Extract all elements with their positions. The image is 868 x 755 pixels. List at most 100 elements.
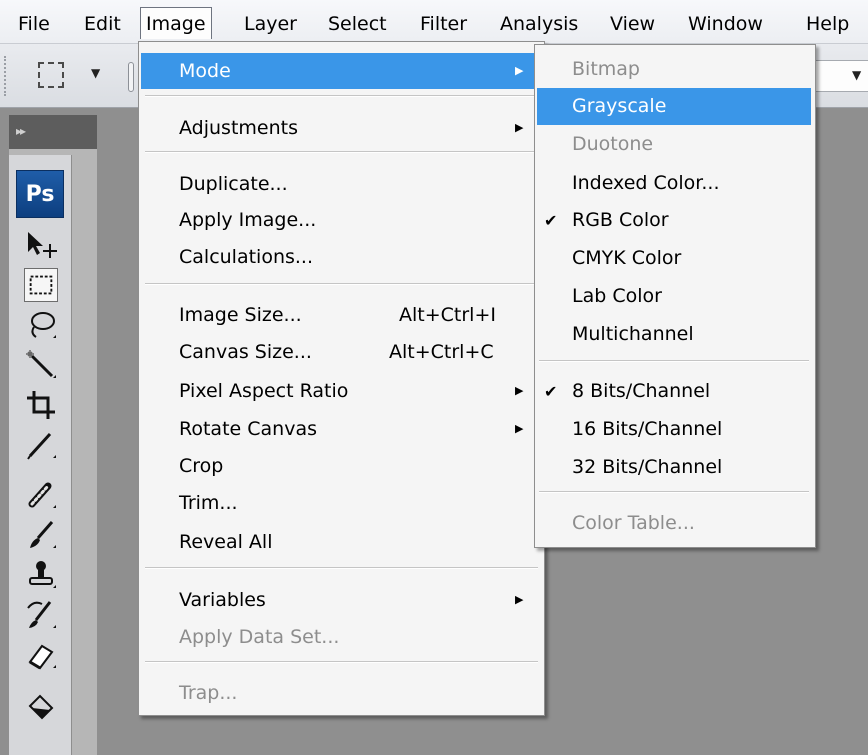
menu-item-reveal-all-label: Reveal All — [179, 531, 273, 553]
mode-item-lab-color-label: Lab Color — [572, 285, 662, 307]
mode-item-bitmap-label: Bitmap — [572, 58, 640, 80]
menu-item-apply-image-label: Apply Image... — [179, 209, 317, 231]
mode-item-duotone: Duotone — [537, 126, 811, 163]
menu-item-adjustments-label: Adjustments — [179, 117, 298, 139]
healing-brush-tool-icon[interactable] — [24, 478, 58, 512]
submenu-arrow-icon: ▶ — [515, 422, 524, 435]
menu-view[interactable]: View — [610, 8, 655, 40]
menu-item-trim-label: Trim... — [179, 492, 238, 514]
mode-item-grayscale-label: Grayscale — [572, 95, 667, 117]
menu-item-image-size[interactable]: Image Size... Alt+Ctrl+I — [141, 297, 542, 333]
tool-preset-picker-icon[interactable] — [38, 62, 64, 88]
options-bar-grip[interactable] — [4, 56, 10, 96]
menu-item-canvas-size-label: Canvas Size... — [179, 341, 312, 363]
crop-tool-icon[interactable] — [24, 388, 58, 422]
menu-item-apply-data-set: Apply Data Set... — [141, 619, 542, 655]
menu-file[interactable]: File — [18, 8, 50, 40]
mode-item-duotone-label: Duotone — [572, 133, 654, 155]
menu-filter[interactable]: Filter — [420, 8, 467, 40]
lasso-tool-icon[interactable] — [24, 308, 58, 342]
move-tool-icon[interactable] — [24, 228, 58, 262]
menu-separator — [539, 491, 809, 493]
history-brush-tool-icon[interactable] — [24, 598, 58, 632]
menu-bar: File Edit Image Layer Select Filter Anal… — [0, 0, 868, 44]
menu-item-duplicate-label: Duplicate... — [179, 173, 288, 195]
mode-item-rgb-color[interactable]: ✔ RGB Color — [537, 202, 811, 239]
menu-separator — [145, 283, 538, 285]
menu-item-pixel-aspect-ratio-label: Pixel Aspect Ratio — [179, 380, 349, 402]
mode-item-16-bits[interactable]: 16 Bits/Channel — [537, 411, 811, 448]
menu-item-pixel-aspect-ratio[interactable]: Pixel Aspect Ratio ▶ — [141, 373, 542, 409]
marquee-tool-icon[interactable] — [24, 268, 58, 302]
expand-panel-icon[interactable]: ▸▸ — [16, 124, 26, 138]
brush-tool-icon[interactable] — [24, 518, 58, 552]
menu-item-image-size-label: Image Size... — [179, 304, 302, 326]
mode-submenu: Bitmap Grayscale Duotone Indexed Color..… — [534, 44, 816, 548]
mode-item-32-bits[interactable]: 32 Bits/Channel — [537, 449, 811, 486]
menu-item-crop[interactable]: Crop — [141, 448, 542, 484]
menu-item-variables-label: Variables — [179, 589, 266, 611]
paint-bucket-tool-icon[interactable] — [24, 690, 58, 724]
mode-item-multichannel[interactable]: Multichannel — [537, 316, 811, 353]
mode-item-bitmap: Bitmap — [537, 51, 811, 88]
mode-item-color-table-label: Color Table... — [572, 512, 695, 534]
menu-select[interactable]: Select — [328, 8, 387, 40]
menu-item-reveal-all[interactable]: Reveal All — [141, 524, 542, 560]
menu-item-adjustments[interactable]: Adjustments ▶ — [141, 110, 542, 146]
menu-help[interactable]: Help — [806, 8, 849, 40]
clone-stamp-tool-icon[interactable] — [24, 558, 58, 592]
preset-dropdown-arrow-icon[interactable]: ▼ — [91, 66, 100, 80]
menu-item-duplicate[interactable]: Duplicate... — [141, 166, 542, 202]
menu-item-crop-label: Crop — [179, 455, 224, 477]
photoshop-logo[interactable]: Ps — [16, 170, 64, 218]
menu-item-mode-label: Mode — [179, 60, 231, 82]
options-divider — [128, 62, 134, 92]
menu-separator — [145, 151, 538, 153]
menu-item-canvas-size[interactable]: Canvas Size... Alt+Ctrl+C — [141, 334, 542, 370]
image-menu: Mode ▶ Adjustments ▶ Duplicate... Apply … — [138, 41, 545, 716]
menu-separator — [145, 567, 538, 569]
menu-image[interactable]: Image — [140, 7, 212, 39]
menu-separator — [145, 95, 538, 97]
menu-analysis[interactable]: Analysis — [500, 8, 578, 40]
mode-item-multichannel-label: Multichannel — [572, 323, 694, 345]
mode-item-indexed-color[interactable]: Indexed Color... — [537, 165, 811, 202]
menu-item-calculations-label: Calculations... — [179, 246, 314, 268]
slice-tool-icon[interactable] — [24, 428, 58, 462]
submenu-arrow-icon: ▶ — [515, 64, 524, 77]
mode-item-16-bits-label: 16 Bits/Channel — [572, 418, 723, 440]
menu-item-apply-image[interactable]: Apply Image... — [141, 202, 542, 238]
checkmark-icon: ✔ — [544, 211, 558, 230]
submenu-arrow-icon: ▶ — [515, 121, 524, 134]
eraser-tool-icon[interactable] — [24, 638, 58, 672]
mode-item-cmyk-color-label: CMYK Color — [572, 247, 682, 269]
mode-item-color-table: Color Table... — [537, 505, 811, 542]
menu-item-apply-data-set-label: Apply Data Set... — [179, 626, 340, 648]
mode-item-grayscale[interactable]: Grayscale — [537, 88, 811, 125]
dropdown-arrow-icon[interactable]: ▼ — [852, 68, 861, 82]
magic-wand-tool-icon[interactable] — [24, 348, 58, 382]
submenu-arrow-icon: ▶ — [515, 384, 524, 397]
menu-item-rotate-canvas[interactable]: Rotate Canvas ▶ — [141, 411, 542, 447]
menu-item-mode[interactable]: Mode ▶ — [141, 53, 542, 89]
image-size-shortcut: Alt+Ctrl+I — [399, 304, 496, 326]
menu-item-trap-label: Trap... — [179, 682, 238, 704]
checkmark-icon: ✔ — [544, 382, 558, 401]
menu-item-variables[interactable]: Variables ▶ — [141, 582, 542, 618]
menu-layer[interactable]: Layer — [244, 8, 297, 40]
menu-item-rotate-canvas-label: Rotate Canvas — [179, 418, 317, 440]
mode-item-8-bits[interactable]: ✔ 8 Bits/Channel — [537, 373, 811, 410]
mode-item-lab-color[interactable]: Lab Color — [537, 278, 811, 315]
mode-item-rgb-color-label: RGB Color — [572, 209, 669, 231]
menu-separator — [145, 661, 538, 663]
mode-item-cmyk-color[interactable]: CMYK Color — [537, 240, 811, 277]
menu-item-trim[interactable]: Trim... — [141, 485, 542, 521]
mode-item-indexed-color-label: Indexed Color... — [572, 172, 720, 194]
menu-window[interactable]: Window — [688, 8, 763, 40]
menu-edit[interactable]: Edit — [84, 8, 121, 40]
menu-item-calculations[interactable]: Calculations... — [141, 239, 542, 275]
submenu-arrow-icon: ▶ — [515, 593, 524, 606]
menu-item-trap: Trap... — [141, 675, 542, 711]
menu-separator — [539, 360, 809, 362]
canvas-size-shortcut: Alt+Ctrl+C — [389, 341, 494, 363]
